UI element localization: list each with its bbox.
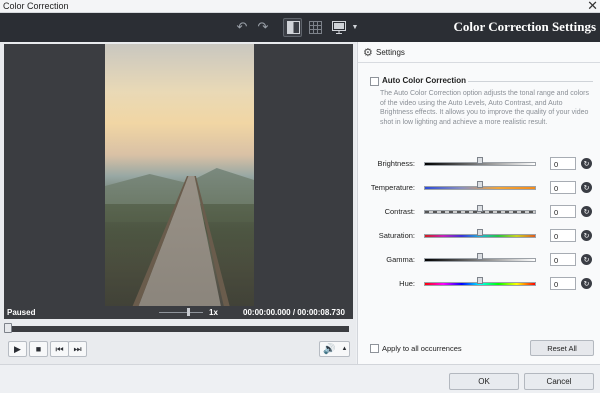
redo-icon[interactable]: ↷ [255, 19, 271, 35]
grid-icon[interactable] [307, 19, 323, 35]
playback-status-bar: Paused 1x 00:00:00.000 / 00:00:08.730 [4, 306, 353, 319]
saturation-row: Saturation: 0 ↻ [358, 229, 600, 243]
panel-heading: Color Correction Settings [453, 19, 597, 34]
skip-back-icon: ⏮ [55, 343, 64, 354]
undo-icon[interactable]: ↶ [234, 19, 250, 35]
title-bar: Color Correction ✕ [0, 0, 600, 13]
temperature-label: Temperature: [370, 183, 415, 192]
close-icon[interactable]: ✕ [587, 0, 598, 14]
video-frame-image [105, 44, 254, 308]
saturation-label: Saturation: [378, 231, 415, 240]
brightness-reset-icon[interactable]: ↻ [581, 158, 592, 169]
timecode: 00:00:00.000 / 00:00:08.730 [243, 308, 345, 317]
temperature-value[interactable]: 0 [550, 181, 576, 194]
gear-icon: ⚙ [363, 47, 373, 59]
saturation-value[interactable]: 0 [550, 229, 576, 242]
settings-header-label: Settings [376, 48, 405, 57]
temperature-reset-icon[interactable]: ↻ [581, 182, 592, 193]
split-view-icon[interactable] [285, 19, 301, 35]
playback-state: Paused [7, 308, 36, 317]
hue-label: Hue: [399, 279, 415, 288]
temperature-row: Temperature: 0 ↻ [358, 181, 600, 195]
preview-pane: Paused 1x 00:00:00.000 / 00:00:08.730 ▶ … [0, 42, 356, 364]
gamma-slider-thumb[interactable] [477, 253, 483, 260]
settings-header: ⚙ Settings [358, 42, 600, 63]
apply-to-all-label[interactable]: Apply to all occurrences [382, 344, 462, 353]
play-icon: ▶ [14, 343, 21, 354]
speed-slider-thumb[interactable] [187, 308, 190, 316]
toolbar: ↶ ↷ ▼ Color Correction Settings [0, 13, 600, 42]
temperature-slider-thumb[interactable] [477, 181, 483, 188]
speaker-icon: 🔊 [323, 343, 336, 355]
gamma-row: Gamma: 0 ↻ [358, 253, 600, 267]
auto-color-correction-label[interactable]: Auto Color Correction [382, 76, 466, 85]
brightness-label: Brightness: [377, 159, 415, 168]
playback-speed: 1x [209, 308, 218, 317]
ok-button[interactable]: OK [449, 373, 519, 390]
seek-thumb[interactable] [4, 323, 12, 333]
auto-color-correction-checkbox[interactable] [370, 77, 379, 86]
hue-row: Hue: 0 ↻ [358, 277, 600, 291]
saturation-reset-icon[interactable]: ↻ [581, 230, 592, 241]
gamma-reset-icon[interactable]: ↻ [581, 254, 592, 265]
stop-button[interactable]: ■ [29, 341, 48, 357]
time-total: 00:00:08.730 [297, 308, 345, 317]
speed-slider-track[interactable] [159, 312, 203, 313]
contrast-label: Contrast: [384, 207, 415, 216]
dialog-footer: OK Cancel [0, 364, 600, 393]
seek-bar[interactable] [4, 323, 349, 333]
stop-icon: ■ [35, 344, 42, 354]
contrast-row: Contrast: 0 ↻ [358, 205, 600, 219]
time-separator: / [292, 308, 296, 317]
gamma-value[interactable]: 0 [550, 253, 576, 266]
monitor-icon[interactable] [331, 19, 347, 35]
auto-color-correction-description: The Auto Color Correction option adjusts… [380, 90, 589, 126]
brightness-value[interactable]: 0 [550, 157, 576, 170]
next-frame-button[interactable]: ⏭ [68, 341, 87, 357]
previous-frame-button[interactable]: ⏮ [50, 341, 69, 357]
cancel-button[interactable]: Cancel [524, 373, 594, 390]
time-current: 00:00:00.000 [243, 308, 291, 317]
window-title: Color Correction [3, 1, 69, 11]
hue-value[interactable]: 0 [550, 277, 576, 290]
hue-slider-thumb[interactable] [477, 277, 483, 284]
skip-forward-icon: ⏭ [73, 343, 82, 354]
settings-panel: ⚙ Settings Auto Color Correction The Aut… [357, 42, 600, 364]
contrast-value[interactable]: 0 [550, 205, 576, 218]
section-divider [468, 81, 593, 82]
brightness-slider-thumb[interactable] [477, 157, 483, 164]
volume-button[interactable]: 🔊 ▲ [319, 341, 350, 357]
video-viewport[interactable] [4, 44, 353, 308]
saturation-slider-thumb[interactable] [477, 229, 483, 236]
contrast-slider-thumb[interactable] [477, 205, 483, 212]
contrast-reset-icon[interactable]: ↻ [581, 206, 592, 217]
monitor-dropdown-chevron-icon[interactable]: ▼ [347, 19, 363, 35]
reset-all-button[interactable]: Reset All [530, 340, 594, 356]
apply-to-all-checkbox[interactable] [370, 344, 379, 353]
play-button[interactable]: ▶ [8, 341, 27, 357]
chevron-up-icon: ▲ [341, 346, 348, 352]
hue-reset-icon[interactable]: ↻ [581, 278, 592, 289]
brightness-row: Brightness: 0 ↻ [358, 157, 600, 171]
gamma-label: Gamma: [386, 255, 415, 264]
